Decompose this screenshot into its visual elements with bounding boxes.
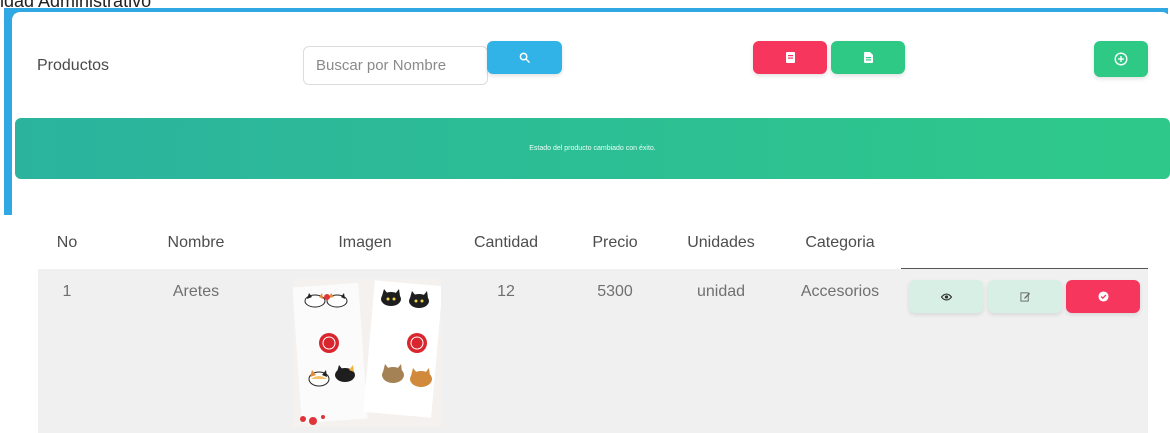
column-header-no: No [56,234,78,251]
plus-circle-icon [1114,52,1128,66]
column-header-categoria: Categoria [805,234,875,251]
toggle-status-button[interactable] [1066,280,1140,313]
export-excel-button[interactable] [831,41,905,74]
cell-no: 1 [62,283,72,300]
cell-categoria: Accesorios [800,283,880,300]
cell-cantidad: 12 [497,283,515,300]
pdf-file-icon [785,52,795,63]
search-button[interactable] [487,41,562,74]
cell-nombre: Aretes [172,283,220,300]
cell-precio: 5300 [597,283,633,300]
check-circle-icon [1097,291,1109,302]
column-header-imagen: Imagen [338,234,392,251]
search-icon [519,52,530,63]
edit-product-button[interactable] [988,280,1062,313]
column-header-cantidad: Cantidad [473,234,539,251]
cell-unidades: unidad [696,283,746,300]
edit-icon [1019,292,1030,302]
view-product-button[interactable] [909,280,983,313]
alert-message: Estado del producto cambiado con éxito. [529,145,656,152]
add-product-button[interactable] [1094,41,1148,77]
export-pdf-button[interactable] [753,41,827,74]
search-input[interactable] [303,46,488,85]
success-alert: Estado del producto cambiado con éxito. [15,118,1170,179]
column-header-nombre: Nombre [167,234,225,251]
column-header-precio: Precio [592,234,638,251]
eye-icon [940,292,952,301]
column-header-unidades: Unidades [687,234,755,251]
page-title: Productos [37,57,110,74]
product-image [293,279,441,427]
excel-file-icon [863,52,873,63]
